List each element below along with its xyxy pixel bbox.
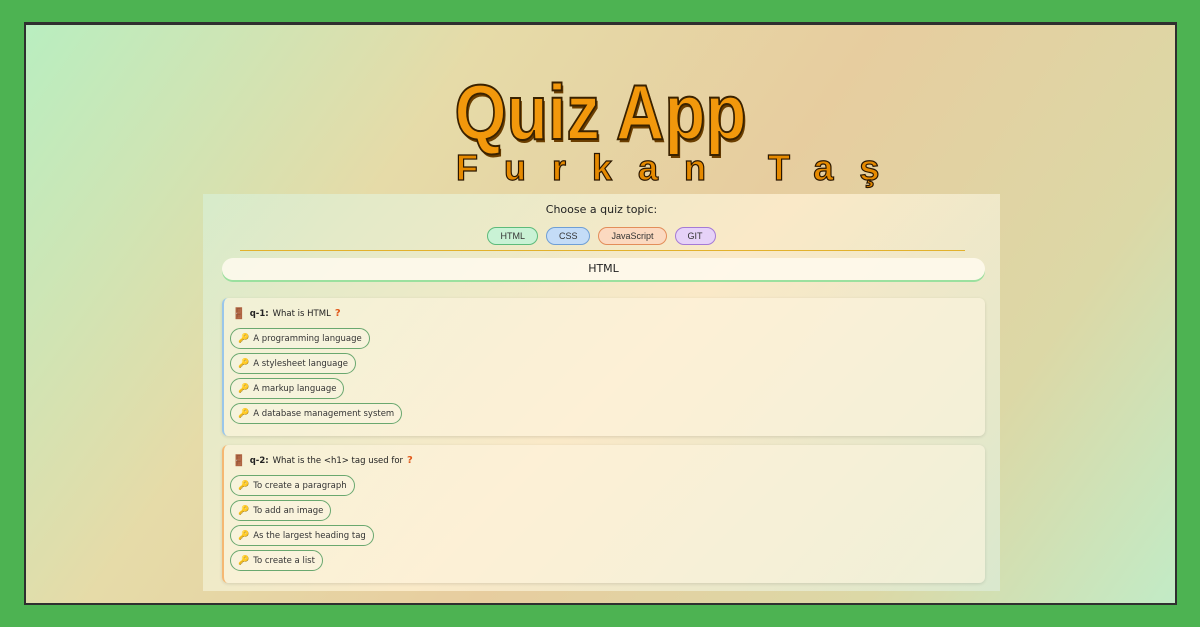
divider: [240, 250, 965, 251]
key-icon: 🔑: [238, 408, 250, 419]
key-icon: 🔑: [238, 555, 250, 566]
answer-option[interactable]: 🔑 To add an image: [230, 500, 332, 521]
answer-list: 🔑 A programming language 🔑 A stylesheet la…: [230, 328, 403, 428]
answer-label: To create a list: [253, 555, 315, 566]
answer-option[interactable]: 🔑 A stylesheet language: [230, 353, 357, 374]
answer-label: A programming language: [253, 333, 362, 344]
question-mark-icon: ?: [334, 308, 341, 319]
quiz-panel: Choose a quiz topic: HTML CSS JavaScript…: [203, 194, 1000, 591]
answer-option[interactable]: 🔑 A programming language: [230, 328, 370, 349]
answer-option[interactable]: 🔑 To create a list: [230, 550, 323, 571]
app-title: Quiz App: [454, 68, 748, 156]
topic-buttons: HTML CSS JavaScript GIT: [203, 227, 1000, 245]
key-icon: 🔑: [238, 358, 250, 369]
answer-label: A database management system: [253, 408, 395, 419]
answer-label: To add an image: [253, 505, 324, 516]
logo: Quiz App Furkan Taş: [26, 68, 1175, 189]
app-frame: Quiz App Furkan Taş Choose a quiz topic:…: [24, 22, 1177, 605]
selected-topic-banner: HTML: [222, 258, 985, 280]
question-card: 🚪 q-1: What is HTML ? 🔑 A programming lan…: [222, 298, 985, 436]
key-icon: 🔑: [238, 480, 250, 491]
question-card: 🚪 q-2: What is the <h1> tag used for ? 🔑…: [222, 445, 985, 583]
question-id: q-2:: [249, 455, 269, 466]
answer-label: As the largest heading tag: [253, 530, 366, 541]
topic-prompt: Choose a quiz topic:: [545, 203, 658, 216]
answer-label: To create a paragraph: [253, 480, 347, 491]
answer-label: A markup language: [253, 383, 337, 394]
answer-option[interactable]: 🔑 To create a paragraph: [230, 475, 355, 496]
topic-button-git[interactable]: GIT: [674, 227, 716, 245]
topic-button-javascript[interactable]: JavaScript: [598, 227, 667, 245]
key-icon: 🔑: [238, 505, 250, 516]
key-icon: 🔑: [238, 383, 250, 394]
key-icon: 🔑: [238, 333, 250, 344]
answer-option[interactable]: 🔑 As the largest heading tag: [230, 525, 374, 546]
question-header: 🚪 q-1: What is HTML ?: [232, 307, 341, 320]
door-icon: 🚪: [232, 454, 246, 467]
answer-option[interactable]: 🔑 A database management system: [230, 403, 403, 424]
topic-button-html[interactable]: HTML: [487, 227, 538, 245]
answer-option[interactable]: 🔑 A markup language: [230, 378, 345, 399]
door-icon: 🚪: [232, 307, 246, 320]
question-mark-icon: ?: [407, 455, 413, 466]
question-text: What is HTML: [272, 308, 331, 319]
key-icon: 🔑: [238, 530, 250, 541]
question-text: What is the <h1> tag used for: [272, 455, 404, 466]
topic-button-css[interactable]: CSS: [545, 227, 591, 245]
question-id: q-1:: [249, 308, 269, 319]
question-header: 🚪 q-2: What is the <h1> tag used for ?: [232, 454, 413, 467]
answer-label: A stylesheet language: [253, 358, 349, 369]
answer-list: 🔑 To create a paragraph 🔑 To add an image …: [230, 475, 374, 575]
app-author: Furkan Taş: [455, 146, 906, 188]
